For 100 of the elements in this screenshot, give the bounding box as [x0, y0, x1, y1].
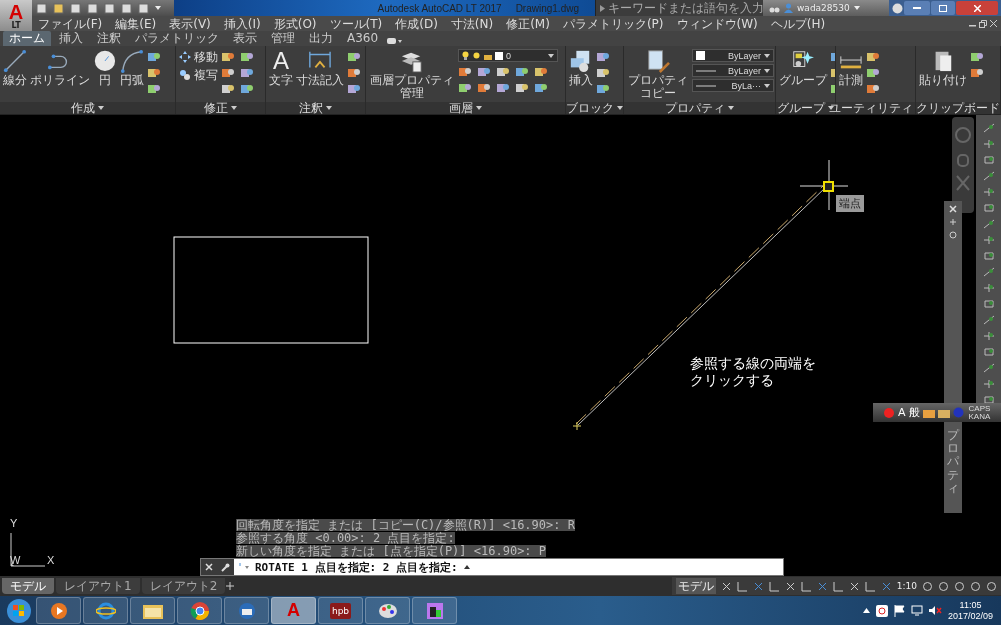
status-toggle-icon[interactable] — [800, 580, 812, 592]
status-toggle-icon[interactable] — [720, 580, 732, 592]
measure-button[interactable]: 計測 — [839, 49, 863, 87]
taskbar-app-button[interactable] — [36, 597, 81, 624]
small-tool-icon[interactable] — [866, 51, 880, 63]
snap-mode-icon[interactable] — [982, 155, 995, 165]
status-toggle-icon[interactable] — [970, 580, 981, 592]
small-tool-icon[interactable] — [970, 51, 984, 63]
small-tool-icon[interactable] — [477, 82, 491, 94]
small-tool-icon[interactable] — [221, 67, 235, 79]
layout-tab[interactable]: レイアウト2 — [141, 578, 226, 594]
close-icon[interactable] — [990, 20, 997, 27]
small-tool-icon[interactable] — [866, 83, 880, 95]
menu-item[interactable]: 作成(D) — [395, 16, 438, 31]
snap-mode-icon[interactable] — [982, 235, 995, 245]
copy-tool-button[interactable]: 複写 — [179, 67, 218, 83]
small-tool-icon[interactable] — [240, 67, 254, 79]
close-button[interactable] — [956, 1, 998, 15]
flag-icon[interactable] — [893, 604, 905, 617]
settings-icon[interactable] — [949, 231, 957, 239]
ribbon-tab[interactable]: ホーム — [3, 31, 51, 46]
redo-icon[interactable] — [138, 2, 149, 14]
paste-button[interactable]: 貼り付け — [919, 49, 967, 87]
menu-item[interactable]: ファイル(F) — [38, 16, 103, 31]
close-icon[interactable] — [205, 563, 213, 571]
snap-mode-icon[interactable] — [982, 123, 995, 133]
small-tool-icon[interactable] — [347, 51, 361, 63]
new-file-icon[interactable] — [36, 2, 47, 14]
toggle-panel-icon[interactable] — [386, 36, 403, 46]
layout-tab[interactable]: レイアウト1 — [56, 578, 140, 594]
monitor-icon[interactable] — [910, 605, 923, 616]
snap-mode-icon[interactable] — [982, 187, 995, 197]
group-button[interactable]: グループ — [779, 49, 827, 87]
small-tool-icon[interactable] — [221, 83, 235, 95]
menu-item[interactable]: ツール(T) — [329, 16, 383, 31]
menu-item[interactable]: 寸法(N) — [450, 16, 494, 31]
lineweight-dropdown[interactable]: ByLa··· — [692, 79, 774, 92]
ribbon-tab[interactable]: パラメトリック — [129, 31, 225, 46]
caret-icon[interactable] — [326, 106, 332, 110]
add-icon[interactable] — [225, 581, 236, 591]
small-tool-icon[interactable] — [515, 82, 529, 94]
panel-title[interactable]: 画層 — [449, 102, 473, 114]
dimension-tool-button[interactable]: 寸法記入 — [296, 49, 344, 87]
snap-mode-icon[interactable] — [982, 171, 995, 181]
match-properties-button[interactable]: プロパティコピー — [627, 49, 689, 100]
caret-icon[interactable] — [98, 106, 104, 110]
small-tool-icon[interactable] — [458, 82, 472, 94]
toolbox-icon[interactable] — [922, 407, 935, 418]
menu-item[interactable]: 編集(E) — [115, 16, 157, 31]
caret-icon[interactable] — [155, 6, 161, 10]
status-toggle-icon[interactable] — [880, 580, 892, 592]
ribbon-tab[interactable]: 管理 — [265, 31, 301, 46]
open-folder-icon[interactable] — [53, 2, 64, 14]
small-tool-icon[interactable] — [496, 66, 510, 78]
layer-properties-button[interactable]: 画層プロパティ管理 — [369, 49, 455, 100]
menu-item[interactable]: ウィンドウ(W) — [676, 16, 758, 31]
application-menu-button[interactable]: A LT — [0, 0, 32, 31]
restore-icon[interactable] — [979, 19, 987, 28]
annotation-scale[interactable]: 1:10 — [896, 581, 917, 591]
panel-title[interactable]: ユーティリティ — [829, 102, 913, 114]
polyline-tool-button[interactable]: ポリライン — [30, 49, 90, 87]
status-toggle-icon[interactable] — [752, 580, 764, 592]
snap-mode-icon[interactable] — [982, 315, 995, 325]
status-toggle-icon[interactable] — [768, 580, 780, 592]
start-button[interactable] — [4, 596, 34, 625]
small-tool-icon[interactable] — [477, 66, 491, 78]
move-tool-button[interactable]: 移動 — [179, 49, 218, 65]
snap-mode-icon[interactable] — [982, 203, 995, 213]
menu-item[interactable]: 挿入(I) — [223, 16, 261, 31]
snap-mode-icon[interactable] — [982, 379, 995, 389]
model-space-button[interactable]: モデル — [675, 578, 716, 594]
clock-date[interactable]: 2017/02/09 — [947, 610, 993, 622]
small-tool-icon[interactable] — [534, 66, 548, 78]
wrench-icon[interactable] — [221, 562, 230, 572]
insert-button[interactable]: 挿入 — [569, 49, 593, 87]
status-toggle-icon[interactable] — [832, 580, 844, 592]
small-tool-icon[interactable] — [240, 51, 254, 63]
input-mode[interactable]: A — [898, 407, 906, 418]
taskbar-app-button[interactable] — [224, 597, 269, 624]
taskbar-app-button[interactable] — [177, 597, 222, 624]
status-toggle-icon[interactable] — [938, 580, 949, 592]
color-dropdown[interactable]: ByLayer — [692, 49, 774, 62]
menu-item[interactable]: パラメトリック(P) — [562, 16, 664, 31]
chevron-icon[interactable] — [862, 608, 870, 613]
status-toggle-icon[interactable] — [816, 580, 828, 592]
circle-tool-button[interactable]: 円 — [93, 49, 117, 87]
small-tool-icon[interactable] — [240, 83, 254, 95]
layer-dropdown[interactable]: 0 — [458, 49, 558, 62]
status-toggle-icon[interactable] — [954, 580, 965, 592]
caret-icon[interactable] — [764, 68, 770, 73]
small-tool-icon[interactable] — [515, 66, 529, 78]
arc-tool-button[interactable]: 円弧 — [120, 49, 144, 87]
close-icon[interactable] — [949, 205, 957, 213]
linetype-dropdown[interactable]: ByLayer — [692, 64, 774, 77]
dictionary-mode[interactable]: 般 — [908, 407, 920, 418]
layout-tab[interactable]: モデル — [2, 578, 54, 594]
snap-mode-icon[interactable] — [982, 331, 995, 341]
taskbar-app-button[interactable] — [412, 597, 457, 624]
ribbon-tab[interactable]: A360 — [341, 31, 385, 46]
taskbar-app-button[interactable] — [130, 597, 175, 624]
